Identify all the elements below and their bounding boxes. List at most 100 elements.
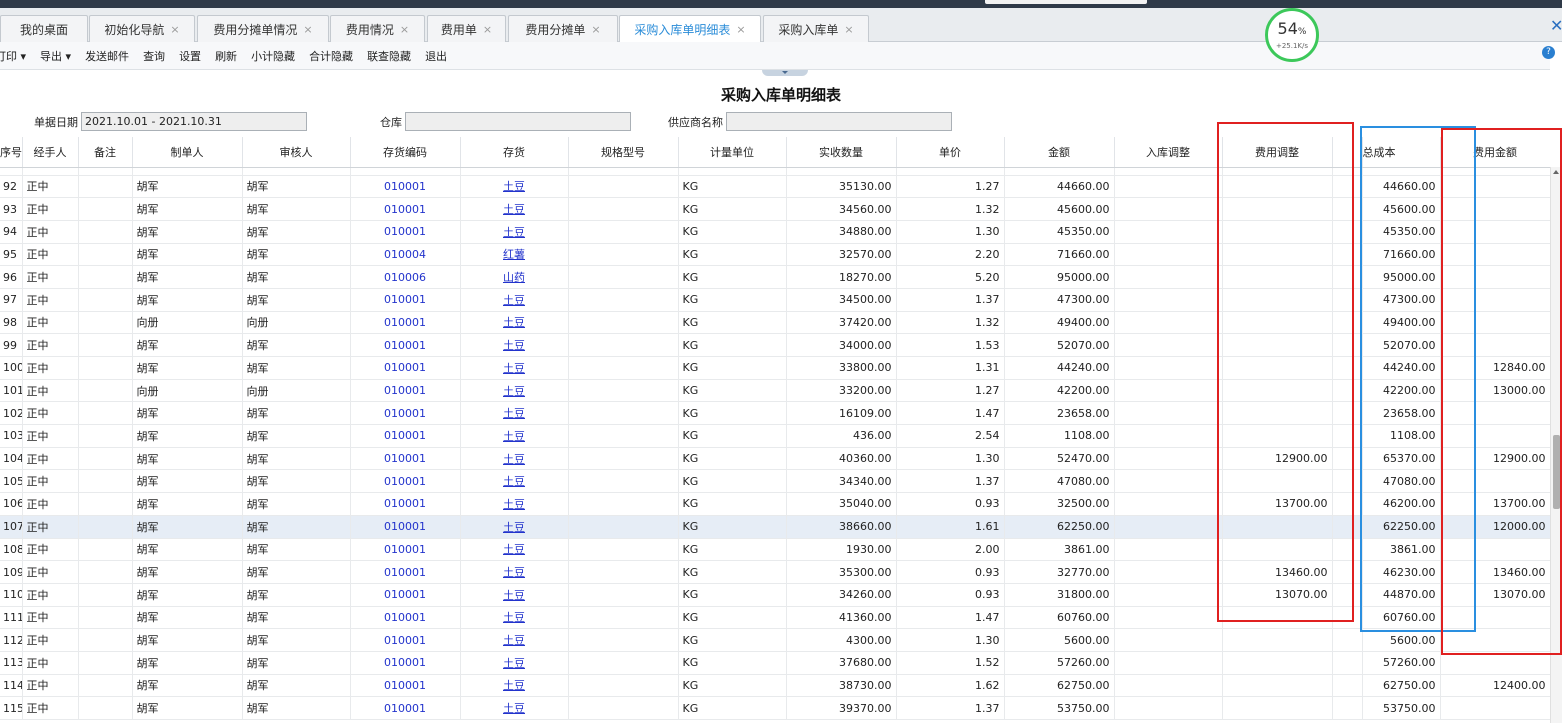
column-header[interactable]: 经手人 xyxy=(22,137,79,168)
toolbar-item-7[interactable]: 合计隐藏 xyxy=(302,48,360,64)
filter-warehouse-input[interactable] xyxy=(405,112,631,131)
cell-link[interactable]: 土豆 xyxy=(460,379,569,403)
cell-link[interactable]: 010001 xyxy=(350,469,461,494)
cell-link[interactable]: 土豆 xyxy=(460,356,569,380)
toolbar-item-6[interactable]: 小计隐藏 xyxy=(244,48,302,64)
table-row[interactable]: 101 正中 向册 向册 010001 土豆 KG 33200.00 1.27 42200.00 4… xyxy=(0,379,1550,403)
column-header[interactable]: 序号 xyxy=(0,137,23,168)
cell-link[interactable]: 010001 xyxy=(350,651,461,675)
column-header[interactable]: 费用调整 xyxy=(1222,137,1333,168)
cell-link[interactable]: 土豆 xyxy=(460,333,569,357)
tab-close-icon[interactable]: × xyxy=(483,23,492,36)
tab-1[interactable]: 初始化导航 × xyxy=(89,15,195,42)
tab-close-icon[interactable]: × xyxy=(591,23,600,36)
cell-link[interactable]: 010006 xyxy=(350,265,461,289)
column-header[interactable]: 规格型号 xyxy=(568,137,679,168)
toolbar-item-5[interactable]: 刷新 xyxy=(208,48,244,64)
toolbar-item-4[interactable]: 设置 xyxy=(172,48,208,64)
column-header[interactable]: 存货编码 xyxy=(350,137,461,168)
cell-link[interactable]: 土豆 xyxy=(460,560,569,584)
table-row[interactable]: 115 正中 胡军 胡军 010001 土豆 KG 39370.00 1.37 53750.00 5… xyxy=(0,696,1550,720)
table-row[interactable]: 112 正中 胡军 胡军 010001 土豆 KG 4300.00 1.30 5600.00 560… xyxy=(0,628,1550,652)
column-header[interactable]: 计量单位 xyxy=(678,137,787,168)
table-row[interactable]: 95 正中 胡军 胡军 010004 红薯 KG 32570.00 2.20 71660.00 71… xyxy=(0,243,1550,267)
table-row[interactable]: 100 正中 胡军 胡军 010001 土豆 KG 33800.00 1.31 44240.00 4… xyxy=(0,356,1550,380)
table-row[interactable]: 108 正中 胡军 胡军 010001 土豆 KG 1930.00 2.00 3861.00 386… xyxy=(0,538,1550,562)
cell-link[interactable]: 010001 xyxy=(350,288,461,312)
collapse-handle[interactable] xyxy=(762,70,808,76)
table-row[interactable]: 93 正中 胡军 胡军 010001 土豆 KG 34560.00 1.32 45600.00 45… xyxy=(0,197,1550,221)
cell-link[interactable]: 土豆 xyxy=(460,220,569,244)
column-header[interactable]: 实收数量 xyxy=(786,137,897,168)
tab-6[interactable]: 采购入库单明细表 × xyxy=(619,15,761,43)
table-row[interactable]: 109 正中 胡军 胡军 010001 土豆 KG 35300.00 0.93 32770.00 1… xyxy=(0,560,1550,584)
table-row[interactable]: 114 正中 胡军 胡军 010001 土豆 KG 38730.00 1.62 62750.00 6… xyxy=(0,674,1550,698)
cell-link[interactable]: 土豆 xyxy=(460,651,569,675)
table-row[interactable]: 107 正中 胡军 胡军 010001 土豆 KG 38660.00 1.61 62250.00 6… xyxy=(0,515,1550,539)
table-row[interactable]: 110 正中 胡军 胡军 010001 土豆 KG 34260.00 0.93 31800.00 1… xyxy=(0,583,1550,607)
cell-link[interactable]: 010001 xyxy=(350,333,461,357)
column-header[interactable]: 存货 xyxy=(460,137,569,168)
toolbar-item-9[interactable]: 退出 xyxy=(418,48,454,64)
filter-supplier-input[interactable] xyxy=(726,112,952,131)
cell-link[interactable]: 010001 xyxy=(350,424,461,448)
cell-link[interactable]: 土豆 xyxy=(460,424,569,448)
cell-link[interactable]: 土豆 xyxy=(460,628,569,652)
cell-link[interactable]: 010001 xyxy=(350,515,461,539)
cell-link[interactable]: 红薯 xyxy=(460,243,569,267)
cell-link[interactable]: 010001 xyxy=(350,220,461,244)
tab-close-icon[interactable]: × xyxy=(736,23,745,36)
cell-link[interactable]: 土豆 xyxy=(460,606,569,630)
cell-link[interactable]: 010004 xyxy=(350,243,461,267)
cell-link[interactable]: 010001 xyxy=(350,311,461,335)
toolbar-item-8[interactable]: 联查隐藏 xyxy=(360,48,418,64)
toolbar-item-1[interactable]: 导出 ▾ xyxy=(33,48,78,64)
cell-link[interactable]: 010001 xyxy=(350,696,461,720)
toolbar-item-0[interactable]: 打印 ▾ xyxy=(0,48,33,64)
cell-link[interactable]: 土豆 xyxy=(460,515,569,539)
table-row[interactable]: 111 正中 胡军 胡军 010001 土豆 KG 41360.00 1.47 60760.00 6… xyxy=(0,606,1550,630)
tab-close-icon[interactable]: × xyxy=(844,23,853,36)
tab-7[interactable]: 采购入库单 × xyxy=(763,15,869,42)
close-icon[interactable]: ✕ xyxy=(1550,16,1562,35)
column-header[interactable]: 总成本 xyxy=(1362,137,1441,168)
column-header[interactable]: 单价 xyxy=(896,137,1005,168)
tab-close-icon[interactable]: × xyxy=(400,23,409,36)
cell-link[interactable]: 010001 xyxy=(350,560,461,584)
column-header[interactable]: 备注 xyxy=(78,137,133,168)
cell-link[interactable]: 010001 xyxy=(350,379,461,403)
cell-link[interactable]: 土豆 xyxy=(460,492,569,516)
cell-link[interactable]: 010001 xyxy=(350,583,461,607)
column-header[interactable]: 费用金额 xyxy=(1440,137,1550,168)
cell-link[interactable]: 土豆 xyxy=(460,311,569,335)
tab-0[interactable]: 我的桌面 xyxy=(0,15,88,42)
cell-link[interactable]: 土豆 xyxy=(460,401,569,426)
table-row[interactable]: 106 正中 胡军 胡军 010001 土豆 KG 35040.00 0.93 32500.00 1… xyxy=(0,492,1550,516)
toolbar-item-2[interactable]: 发送邮件 xyxy=(78,48,136,64)
filter-date-input[interactable]: 2021.10.01 - 2021.10.31 xyxy=(81,112,307,131)
table-row[interactable]: 104 正中 胡军 胡军 010001 土豆 KG 40360.00 1.30 52470.00 1… xyxy=(0,447,1550,471)
cell-link[interactable]: 010001 xyxy=(350,492,461,516)
table-row[interactable]: 99 正中 胡军 胡军 010001 土豆 KG 34000.00 1.53 52070.00 52… xyxy=(0,333,1550,357)
help-icon[interactable]: ? xyxy=(1542,46,1555,59)
cell-link[interactable]: 土豆 xyxy=(460,469,569,494)
column-header[interactable]: 金额 xyxy=(1004,137,1115,168)
table-row[interactable]: 98 正中 向册 向册 010001 土豆 KG 37420.00 1.32 49400.00 49… xyxy=(0,311,1550,335)
table-row[interactable]: 102 正中 胡军 胡军 010001 土豆 KG 16109.00 1.47 23658.00 2… xyxy=(0,401,1550,426)
cell-link[interactable]: 土豆 xyxy=(460,583,569,607)
cell-link[interactable]: 土豆 xyxy=(460,288,569,312)
cell-link[interactable]: 010001 xyxy=(350,447,461,471)
column-header[interactable] xyxy=(1332,137,1363,168)
sort-up-icon[interactable] xyxy=(1553,170,1559,174)
tab-close-icon[interactable]: × xyxy=(170,23,179,36)
cell-link[interactable]: 土豆 xyxy=(460,538,569,562)
table-row[interactable]: 96 正中 胡军 胡军 010006 山药 KG 18270.00 5.20 95000.00 95… xyxy=(0,265,1550,289)
cell-link[interactable]: 土豆 xyxy=(460,447,569,471)
vertical-scrollbar[interactable] xyxy=(1550,167,1562,723)
cell-link[interactable]: 土豆 xyxy=(460,674,569,698)
cell-link[interactable]: 土豆 xyxy=(460,197,569,221)
cell-link[interactable]: 010001 xyxy=(350,538,461,562)
scroll-thumb[interactable] xyxy=(1553,435,1560,509)
tab-4[interactable]: 费用单 × xyxy=(427,15,506,42)
tab-close-icon[interactable]: × xyxy=(303,23,312,36)
